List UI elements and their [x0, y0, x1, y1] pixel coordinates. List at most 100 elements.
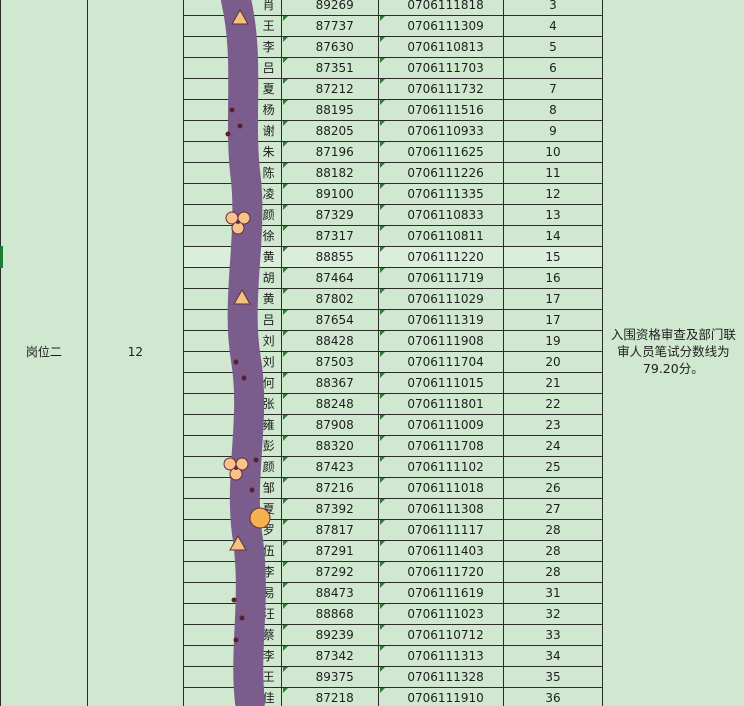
rank-cell[interactable]: 21: [503, 372, 603, 394]
ticket-number-cell[interactable]: 0706110712: [378, 624, 505, 646]
candidate-name-cell[interactable]: 杨: [183, 99, 282, 121]
ticket-number-cell[interactable]: 0706111516: [378, 99, 505, 121]
score-id-cell[interactable]: 87351: [280, 57, 380, 79]
ticket-number-cell[interactable]: 0706110933: [378, 120, 505, 142]
score-id-cell[interactable]: 88195: [280, 99, 380, 121]
rank-cell[interactable]: 25: [503, 456, 603, 478]
candidate-name-cell[interactable]: 张: [183, 393, 282, 415]
ticket-number-cell[interactable]: 0706111703: [378, 57, 505, 79]
spreadsheet-grid[interactable]: 岗位二 12 肖 89269 0706111818 3 入围资格审查及部门联审人员笔试分数线…: [0, 0, 744, 706]
score-id-cell[interactable]: 87802: [280, 288, 380, 310]
rank-cell[interactable]: 19: [503, 330, 603, 352]
ticket-number-cell[interactable]: 0706111319: [378, 309, 505, 331]
candidate-name-cell[interactable]: 彭: [183, 435, 282, 457]
ticket-number-cell[interactable]: 0706111309: [378, 15, 505, 37]
candidate-name-cell[interactable]: 伍: [183, 540, 282, 562]
candidate-name-cell[interactable]: 罗: [183, 519, 282, 541]
ticket-number-cell[interactable]: 0706111328: [378, 666, 505, 688]
score-id-cell[interactable]: 88248: [280, 393, 380, 415]
rank-cell[interactable]: 8: [503, 99, 603, 121]
rank-cell[interactable]: 33: [503, 624, 603, 646]
rank-cell[interactable]: 27: [503, 498, 603, 520]
ticket-number-cell[interactable]: 0706111720: [378, 561, 505, 583]
score-id-cell[interactable]: 87216: [280, 477, 380, 499]
ticket-number-cell[interactable]: 0706111908: [378, 330, 505, 352]
score-id-cell[interactable]: 87908: [280, 414, 380, 436]
score-id-cell[interactable]: 87342: [280, 645, 380, 667]
candidate-name-cell[interactable]: 吕: [183, 309, 282, 331]
candidate-name-cell[interactable]: 王: [183, 15, 282, 37]
score-id-cell[interactable]: 87737: [280, 15, 380, 37]
rank-cell[interactable]: 16: [503, 267, 603, 289]
position-label-cell[interactable]: 岗位二: [0, 0, 88, 706]
candidate-name-cell[interactable]: 雍: [183, 414, 282, 436]
ticket-number-cell[interactable]: 0706111117: [378, 519, 505, 541]
candidate-name-cell[interactable]: 黄: [183, 288, 282, 310]
score-id-cell[interactable]: 87464: [280, 267, 380, 289]
rank-cell[interactable]: 28: [503, 561, 603, 583]
candidate-name-cell[interactable]: 李: [183, 561, 282, 583]
rank-cell[interactable]: 24: [503, 435, 603, 457]
score-id-cell[interactable]: 89375: [280, 666, 380, 688]
ticket-number-cell[interactable]: 0706110811: [378, 225, 505, 247]
rank-cell[interactable]: 11: [503, 162, 603, 184]
ticket-number-cell[interactable]: 0706111619: [378, 582, 505, 604]
score-id-cell[interactable]: 87292: [280, 561, 380, 583]
rank-cell[interactable]: 35: [503, 666, 603, 688]
score-id-cell[interactable]: 87196: [280, 141, 380, 163]
ticket-number-cell[interactable]: 0706111220: [378, 246, 505, 268]
candidate-name-cell[interactable]: 颜: [183, 204, 282, 226]
ticket-number-cell[interactable]: 0706111704: [378, 351, 505, 373]
candidate-name-cell[interactable]: 徐: [183, 225, 282, 247]
ticket-number-cell[interactable]: 0706111403: [378, 540, 505, 562]
score-id-cell[interactable]: 87817: [280, 519, 380, 541]
ticket-number-cell[interactable]: 0706111029: [378, 288, 505, 310]
ticket-number-cell[interactable]: 0706111313: [378, 645, 505, 667]
candidate-name-cell[interactable]: 李: [183, 645, 282, 667]
candidate-name-cell[interactable]: 谢: [183, 120, 282, 142]
rank-cell[interactable]: 31: [503, 582, 603, 604]
ticket-number-cell[interactable]: 0706111023: [378, 603, 505, 625]
ticket-number-cell[interactable]: 0706111009: [378, 414, 505, 436]
ticket-number-cell[interactable]: 0706111910: [378, 687, 505, 706]
ticket-number-cell[interactable]: 0706111102: [378, 456, 505, 478]
ticket-number-cell[interactable]: 0706111018: [378, 477, 505, 499]
candidate-name-cell[interactable]: 肖: [183, 0, 282, 16]
ticket-number-cell[interactable]: 0706111801: [378, 393, 505, 415]
score-id-cell[interactable]: 87317: [280, 225, 380, 247]
score-id-cell[interactable]: 88205: [280, 120, 380, 142]
rank-cell[interactable]: 23: [503, 414, 603, 436]
score-id-cell[interactable]: 88182: [280, 162, 380, 184]
candidate-name-cell[interactable]: 黄: [183, 246, 282, 268]
candidate-name-cell[interactable]: 蔡: [183, 624, 282, 646]
ticket-number-cell[interactable]: 0706111818: [378, 0, 505, 16]
score-id-cell[interactable]: 87423: [280, 456, 380, 478]
rank-cell[interactable]: 28: [503, 519, 603, 541]
rank-cell[interactable]: 5: [503, 36, 603, 58]
rank-cell[interactable]: 32: [503, 603, 603, 625]
ticket-number-cell[interactable]: 0706111719: [378, 267, 505, 289]
candidate-name-cell[interactable]: 邹: [183, 477, 282, 499]
candidate-name-cell[interactable]: 夏: [183, 498, 282, 520]
ticket-number-cell[interactable]: 0706111015: [378, 372, 505, 394]
ticket-number-cell[interactable]: 0706111732: [378, 78, 505, 100]
ticket-number-cell[interactable]: 0706110813: [378, 36, 505, 58]
score-id-cell[interactable]: 89269: [280, 0, 380, 16]
rank-cell[interactable]: 28: [503, 540, 603, 562]
rank-cell[interactable]: 20: [503, 351, 603, 373]
rank-cell[interactable]: 7: [503, 78, 603, 100]
candidate-name-cell[interactable]: 李: [183, 36, 282, 58]
rank-cell[interactable]: 9: [503, 120, 603, 142]
score-id-cell[interactable]: 89100: [280, 183, 380, 205]
score-id-cell[interactable]: 88367: [280, 372, 380, 394]
rank-cell[interactable]: 13: [503, 204, 603, 226]
candidate-name-cell[interactable]: 王: [183, 666, 282, 688]
candidate-name-cell[interactable]: 何: [183, 372, 282, 394]
score-id-cell[interactable]: 87654: [280, 309, 380, 331]
score-id-cell[interactable]: 89239: [280, 624, 380, 646]
ticket-number-cell[interactable]: 0706111335: [378, 183, 505, 205]
rank-cell[interactable]: 10: [503, 141, 603, 163]
ticket-number-cell[interactable]: 0706111625: [378, 141, 505, 163]
score-id-cell[interactable]: 88868: [280, 603, 380, 625]
ticket-number-cell[interactable]: 0706111308: [378, 498, 505, 520]
